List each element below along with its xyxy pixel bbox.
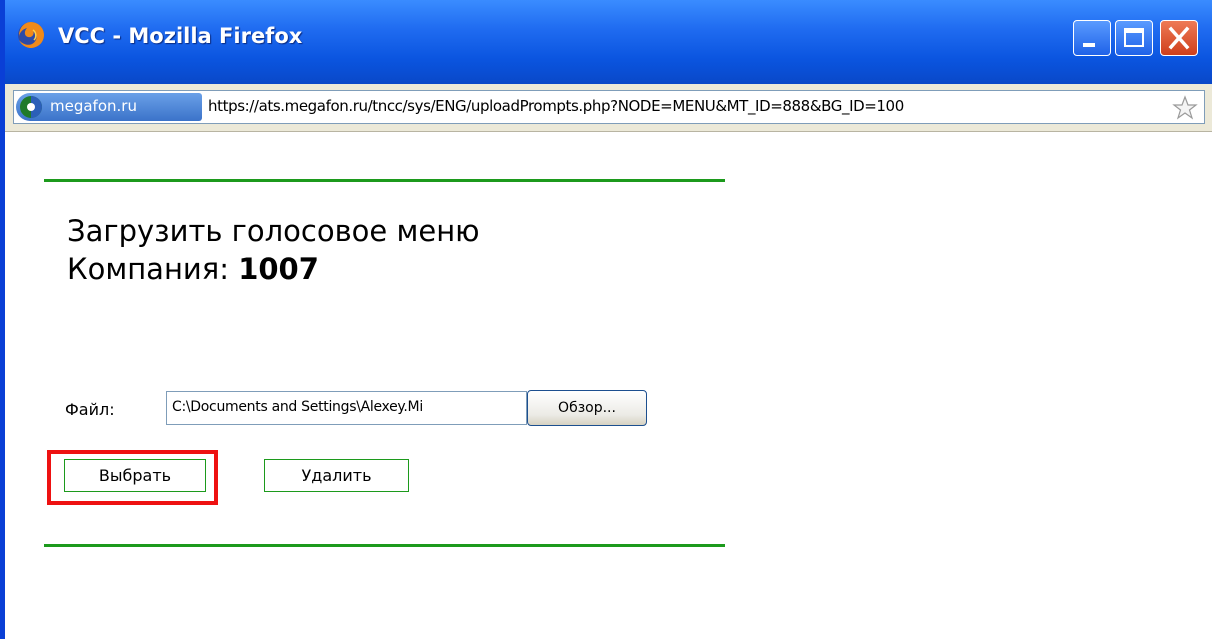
close-button[interactable]	[1160, 20, 1198, 56]
browser-window: VCC - Mozilla Firefox megafon.ru https:/…	[0, 0, 1212, 639]
address-bar: megafon.ru https://ats.megafon.ru/tncc/s…	[5, 84, 1212, 132]
page-title: Загрузить голосовое меню Компания: 1007	[67, 212, 480, 288]
divider-bottom	[44, 544, 725, 547]
page-title-line1: Загрузить голосовое меню	[67, 214, 480, 248]
file-path-input[interactable]: C:\Documents and Settings\Alexey.Mi	[166, 391, 527, 425]
company-label: Компания:	[67, 252, 239, 286]
title-bar: VCC - Mozilla Firefox	[0, 0, 1212, 84]
bookmark-star-icon[interactable]	[1172, 95, 1198, 121]
company-id: 1007	[238, 252, 319, 286]
site-identity-button[interactable]: megafon.ru	[16, 93, 202, 121]
page-content: Загрузить голосовое меню Компания: 1007 …	[5, 132, 1212, 639]
maximize-icon	[1124, 28, 1144, 47]
maximize-button[interactable]	[1115, 20, 1153, 56]
firefox-icon	[18, 22, 44, 48]
url-text[interactable]: https://ats.megafon.ru/tncc/sys/ENG/uplo…	[208, 97, 904, 115]
minimize-button[interactable]	[1073, 20, 1111, 56]
url-field[interactable]: megafon.ru https://ats.megafon.ru/tncc/s…	[13, 90, 1205, 124]
select-button[interactable]: Выбрать	[64, 459, 206, 492]
delete-button[interactable]: Удалить	[264, 459, 409, 492]
browse-button[interactable]: Обзор...	[527, 390, 647, 426]
window-title: VCC - Mozilla Firefox	[58, 24, 303, 48]
file-label: Файл:	[65, 400, 115, 419]
divider-top	[44, 179, 725, 182]
close-icon	[1168, 26, 1190, 50]
minimize-icon	[1083, 43, 1095, 47]
site-globe-icon	[20, 96, 42, 118]
site-domain-label: megafon.ru	[50, 97, 137, 115]
